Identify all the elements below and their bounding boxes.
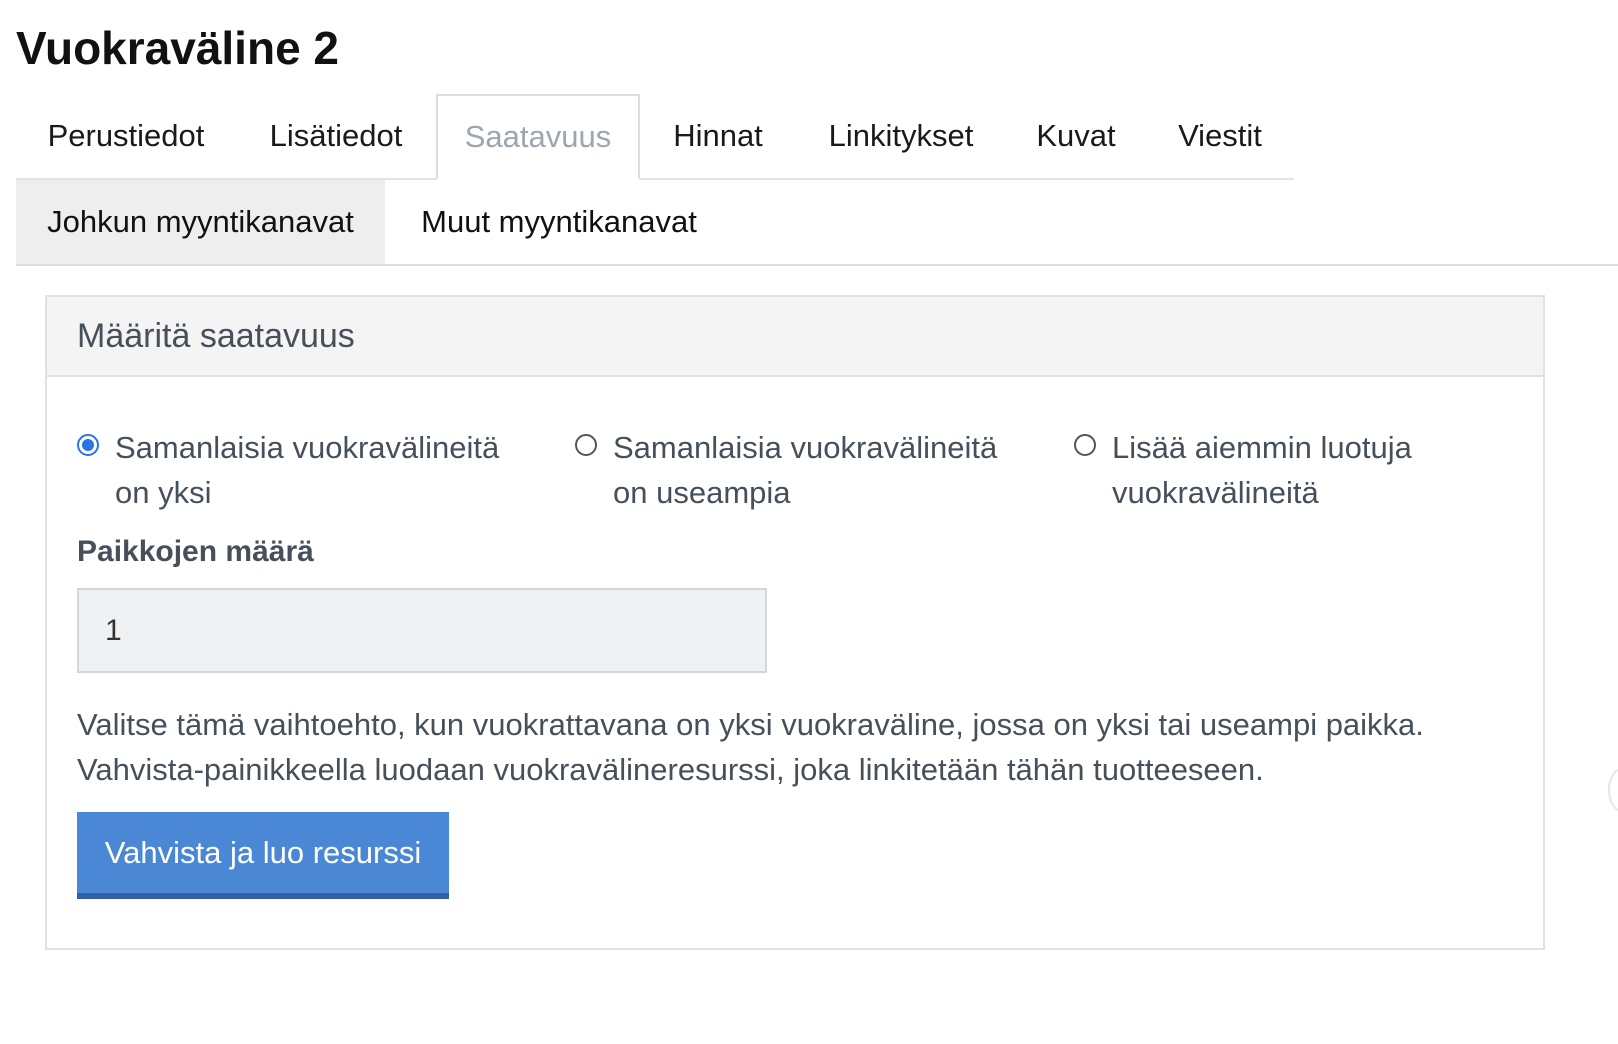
tab-lisatiedot[interactable]: Lisätiedot bbox=[236, 94, 436, 180]
option-existing[interactable]: Lisää aiemmin luotuja vuokravälineitä bbox=[1074, 425, 1442, 515]
scroll-handle-icon[interactable] bbox=[1608, 768, 1618, 812]
radio-unchecked-icon[interactable] bbox=[1074, 434, 1096, 456]
tab-linkitykset[interactable]: Linkitykset bbox=[796, 94, 1006, 180]
radio-checked-icon[interactable] bbox=[77, 434, 99, 456]
seat-count-input[interactable] bbox=[77, 588, 767, 673]
subtab-johkun-myyntikanavat[interactable]: Johkun myyntikanavat bbox=[16, 180, 385, 264]
tab-hinnat[interactable]: Hinnat bbox=[640, 94, 796, 180]
help-text: Valitse tämä vaihtoehto, kun vuokrattava… bbox=[77, 707, 1424, 787]
option-multiple-label: Samanlaisia vuokravälineitä on useampia bbox=[613, 430, 998, 510]
tab-perustiedot[interactable]: Perustiedot bbox=[16, 94, 236, 180]
panel-title: Määritä saatavuus bbox=[47, 297, 1543, 377]
option-multiple[interactable]: Samanlaisia vuokravälineitä on useampia bbox=[575, 425, 1023, 515]
main-tabs: Perustiedot Lisätiedot Saatavuus Hinnat … bbox=[16, 94, 1294, 180]
seat-count-label: Paikkojen määrä bbox=[77, 535, 314, 568]
option-single[interactable]: Samanlaisia vuokravälineitä on yksi bbox=[77, 425, 525, 515]
sub-tabs: Johkun myyntikanavat Muut myyntikanavat bbox=[16, 180, 1618, 266]
option-single-label: Samanlaisia vuokravälineitä on yksi bbox=[115, 430, 500, 510]
radio-unchecked-icon[interactable] bbox=[575, 434, 597, 456]
tab-viestit[interactable]: Viestit bbox=[1146, 94, 1294, 180]
tab-kuvat[interactable]: Kuvat bbox=[1006, 94, 1146, 180]
page-title: Vuokraväline 2 bbox=[16, 22, 340, 74]
tab-saatavuus[interactable]: Saatavuus bbox=[436, 94, 640, 180]
subtab-muut-myyntikanavat[interactable]: Muut myyntikanavat bbox=[385, 180, 733, 264]
option-existing-label: Lisää aiemmin luotuja vuokravälineitä bbox=[1112, 430, 1412, 510]
confirm-create-resource-button[interactable]: Vahvista ja luo resurssi bbox=[77, 812, 449, 899]
availability-panel: Määritä saatavuus Samanlaisia vuokraväli… bbox=[45, 295, 1545, 950]
